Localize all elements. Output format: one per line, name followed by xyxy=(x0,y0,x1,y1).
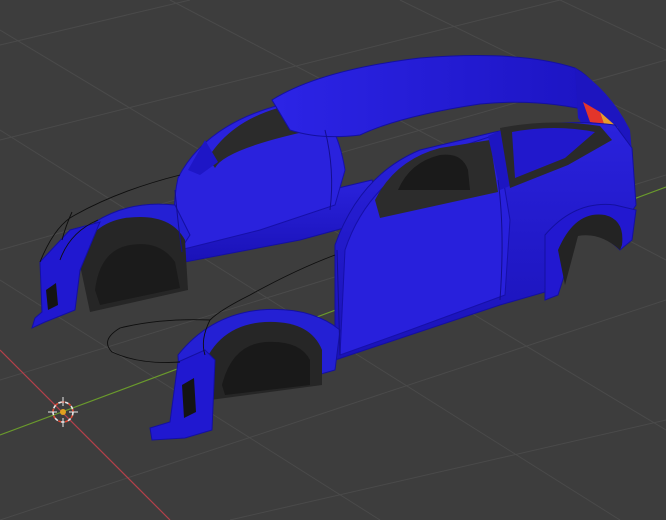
3d-viewport[interactable] xyxy=(0,0,666,520)
right-bumper-dark xyxy=(182,378,196,418)
viewport-canvas[interactable] xyxy=(0,0,666,520)
